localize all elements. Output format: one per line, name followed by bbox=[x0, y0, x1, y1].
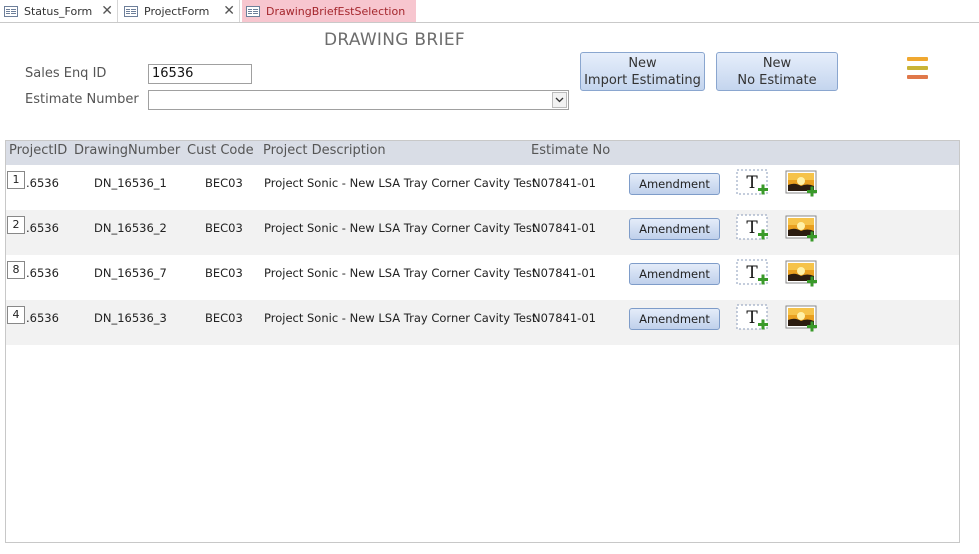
table-row: 4 .6536 DN_16536_3 BEC03 Project Sonic -… bbox=[6, 300, 959, 345]
tab-project-form[interactable]: ProjectForm ✕ bbox=[120, 0, 240, 22]
project-description-cell[interactable]: Project Sonic - New LSA Tray Corner Cavi… bbox=[264, 311, 536, 325]
amendment-button[interactable]: Amendment bbox=[629, 263, 720, 285]
header-cust-code: Cust Code bbox=[187, 143, 254, 158]
project-description-cell[interactable]: Project Sonic - New LSA Tray Corner Cavi… bbox=[264, 176, 536, 190]
drawing-number-cell[interactable]: DN_16536_3 bbox=[94, 311, 167, 325]
sales-enq-label: Sales Enq ID bbox=[25, 66, 107, 81]
add-picture-icon[interactable] bbox=[785, 170, 819, 200]
form-icon bbox=[124, 5, 138, 17]
form-icon bbox=[246, 5, 260, 17]
amendment-button[interactable]: Amendment bbox=[629, 308, 720, 330]
document-tab-strip: Status_Form ✕ ProjectForm ✕ DrawingBrief… bbox=[0, 0, 979, 23]
project-id-cell[interactable]: .6536 bbox=[26, 176, 59, 190]
dropdown-button[interactable] bbox=[552, 92, 567, 108]
new-import-estimating-button[interactable]: New Import Estimating bbox=[580, 52, 705, 91]
chevron-down-icon bbox=[555, 97, 564, 103]
add-text-icon[interactable]: T bbox=[736, 169, 770, 199]
cust-code-cell[interactable]: BEC03 bbox=[205, 176, 243, 190]
estimate-no-cell[interactable]: N07841-01 bbox=[532, 221, 596, 235]
svg-text:T: T bbox=[746, 218, 758, 238]
table-row: 1 .6536 DN_16536_1 BEC03 Project Sonic -… bbox=[6, 165, 959, 210]
record-selector[interactable]: 1 bbox=[7, 171, 25, 189]
form-title: DRAWING BRIEF bbox=[324, 30, 465, 50]
tab-label: DrawingBriefEstSelection bbox=[266, 4, 406, 18]
header-project-description: Project Description bbox=[263, 143, 386, 158]
estimate-number-label: Estimate Number bbox=[25, 92, 139, 107]
add-picture-icon[interactable] bbox=[785, 305, 819, 335]
add-picture-icon[interactable] bbox=[785, 215, 819, 245]
project-description-cell[interactable]: Project Sonic - New LSA Tray Corner Cavi… bbox=[264, 221, 536, 235]
estimate-no-cell[interactable]: N07841-01 bbox=[532, 266, 596, 280]
header-estimate-no: Estimate No bbox=[531, 143, 611, 158]
project-id-cell[interactable]: .6536 bbox=[26, 266, 59, 280]
add-text-icon[interactable]: T bbox=[736, 259, 770, 289]
form-icon bbox=[4, 5, 18, 17]
table-row: 8 .6536 DN_16536_7 BEC03 Project Sonic -… bbox=[6, 255, 959, 300]
menu-bar bbox=[907, 75, 928, 79]
add-text-icon[interactable]: T bbox=[736, 214, 770, 244]
tab-drawing-brief-est-selection[interactable]: DrawingBriefEstSelection bbox=[242, 0, 416, 22]
record-selector[interactable]: 2 bbox=[7, 216, 25, 234]
new-no-estimate-button[interactable]: New No Estimate bbox=[716, 52, 838, 91]
menu-icon[interactable] bbox=[907, 57, 928, 84]
estimate-no-cell[interactable]: N07841-01 bbox=[532, 176, 596, 190]
amendment-button[interactable]: Amendment bbox=[629, 218, 720, 240]
add-picture-icon[interactable] bbox=[785, 260, 819, 290]
cust-code-cell[interactable]: BEC03 bbox=[205, 221, 243, 235]
svg-text:T: T bbox=[746, 308, 758, 328]
button-line: No Estimate bbox=[737, 73, 817, 88]
header-project-id: ProjectID bbox=[9, 143, 68, 158]
svg-text:T: T bbox=[746, 173, 758, 193]
header-drawing-number: DrawingNumber bbox=[74, 143, 181, 158]
tab-label: ProjectForm bbox=[144, 4, 210, 18]
estimate-number-combo[interactable] bbox=[148, 90, 569, 110]
add-text-icon[interactable]: T bbox=[736, 304, 770, 334]
project-id-cell[interactable]: .6536 bbox=[26, 221, 59, 235]
drawing-number-cell[interactable]: DN_16536_7 bbox=[94, 266, 167, 280]
svg-text:T: T bbox=[746, 263, 758, 283]
tab-label: Status_Form bbox=[24, 4, 93, 18]
amendment-button[interactable]: Amendment bbox=[629, 173, 720, 195]
project-description-cell[interactable]: Project Sonic - New LSA Tray Corner Cavi… bbox=[264, 266, 536, 280]
close-icon[interactable]: ✕ bbox=[223, 3, 235, 19]
menu-bar bbox=[907, 66, 928, 70]
drawing-number-cell[interactable]: DN_16536_1 bbox=[94, 176, 167, 190]
drawing-number-cell[interactable]: DN_16536_2 bbox=[94, 221, 167, 235]
drawing-list: ProjectID DrawingNumber Cust Code Projec… bbox=[5, 140, 960, 543]
project-id-cell[interactable]: .6536 bbox=[26, 311, 59, 325]
sales-enq-id-field[interactable]: 16536 bbox=[148, 64, 252, 84]
cust-code-cell[interactable]: BEC03 bbox=[205, 311, 243, 325]
cust-code-cell[interactable]: BEC03 bbox=[205, 266, 243, 280]
table-row: 2 .6536 DN_16536_2 BEC03 Project Sonic -… bbox=[6, 210, 959, 255]
button-line: New bbox=[628, 56, 657, 71]
tab-status-form[interactable]: Status_Form ✕ bbox=[0, 0, 118, 22]
list-header: ProjectID DrawingNumber Cust Code Projec… bbox=[6, 141, 959, 165]
estimate-no-cell[interactable]: N07841-01 bbox=[532, 311, 596, 325]
button-line: New bbox=[762, 56, 792, 71]
close-icon[interactable]: ✕ bbox=[101, 3, 113, 19]
menu-bar bbox=[907, 57, 928, 61]
button-line: Import Estimating bbox=[584, 73, 701, 88]
record-selector[interactable]: 8 bbox=[7, 261, 25, 279]
record-selector[interactable]: 4 bbox=[7, 306, 25, 324]
